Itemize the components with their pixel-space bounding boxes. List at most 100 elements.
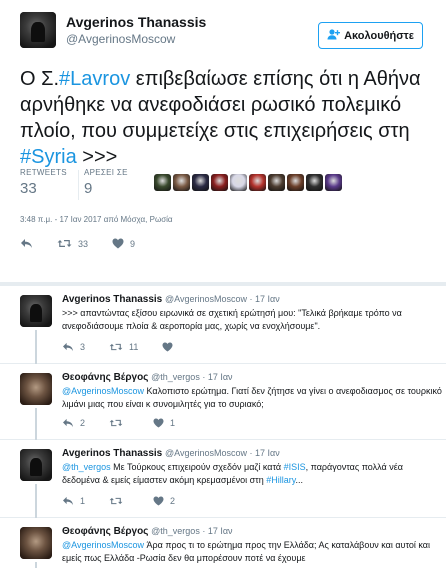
reply-count: 3 <box>80 342 86 352</box>
liker-avatar[interactable] <box>173 174 190 191</box>
heart-icon <box>112 238 124 249</box>
main-tweet: Avgerinos Thanassis @AvgerinosMoscow Ακο… <box>0 0 446 282</box>
liker-avatar[interactable] <box>154 174 171 191</box>
retweet-icon <box>109 418 123 428</box>
heart-icon <box>153 418 164 428</box>
likes-label: ΑΡΕΣΕΙ ΣΕ <box>84 168 128 177</box>
reply-header: Θεοφάνης Βέργος @th_vergos · 17 Ιαν <box>62 372 233 383</box>
hashtag-lavrov[interactable]: #Lavrov <box>59 68 130 90</box>
reply-action[interactable]: 1 <box>62 496 85 506</box>
reply-meta[interactable]: @AvgerinosMoscow · 17 Ιαν <box>165 448 280 458</box>
heart-icon <box>153 496 164 506</box>
reply-actions: 3 11 <box>62 342 203 352</box>
retweet-action[interactable] <box>109 496 129 506</box>
tweet-text-part: Ο Σ. <box>20 68 60 90</box>
reply-text: >>> απαντώντας εξίσου ειρωνικά σε σχετικ… <box>62 308 402 331</box>
mention-link[interactable]: @th_vergos <box>62 462 111 472</box>
likes-count: 9 <box>84 180 93 197</box>
reply-icon <box>62 496 74 506</box>
reply-count: 1 <box>80 496 86 506</box>
like-action[interactable]: 2 <box>153 496 175 506</box>
reply-header: Avgerinos Thanassis @AvgerinosMoscow · 1… <box>62 448 280 459</box>
like-action[interactable] <box>162 342 179 352</box>
likers-avatars <box>154 174 342 191</box>
retweets-label: RETWEETS <box>20 168 67 177</box>
reply-text: @th_vergos Με Τούρκους επιχειρούν σχεδόν… <box>62 461 442 486</box>
retweets-stat[interactable]: RETWEETS 33 <box>20 168 67 197</box>
like-count: 9 <box>130 238 136 249</box>
reply-action[interactable]: 3 <box>62 342 85 352</box>
hashtag-hillary[interactable]: #Hillary <box>266 475 295 485</box>
reply-header: Avgerinos Thanassis @AvgerinosMoscow · 1… <box>62 294 280 305</box>
retweet-action[interactable] <box>109 418 129 428</box>
heart-icon <box>162 342 173 352</box>
liker-avatar[interactable] <box>325 174 342 191</box>
like-count: 2 <box>170 496 176 506</box>
retweet-icon <box>109 496 123 506</box>
liker-avatar[interactable] <box>287 174 304 191</box>
reply-header: Θεοφάνης Βέργος @th_vergos · 17 Ιαν <box>62 526 233 537</box>
author-name[interactable]: Avgerinos Thanassis <box>66 14 206 30</box>
reply-avatar[interactable] <box>20 527 52 559</box>
reply-author-name[interactable]: Θεοφάνης Βέργος <box>62 372 148 383</box>
reply-icon <box>20 238 33 249</box>
retweet-icon <box>109 342 123 352</box>
reply-author-name[interactable]: Avgerinos Thanassis <box>62 448 162 459</box>
tweet-timestamp[interactable]: 3:48 π.μ. - 17 Ιαν 2017 από Μόσχα, Ρωσία <box>20 215 173 224</box>
add-user-icon <box>327 28 341 43</box>
reply-tweet[interactable]: Θεοφάνης Βέργος @th_vergos · 17 Ιαν @Avg… <box>0 364 446 449</box>
tweet-actions: 33 9 <box>20 238 159 249</box>
author-avatar[interactable] <box>20 12 56 48</box>
tweet-stats: RETWEETS 33 ΑΡΕΣΕΙ ΣΕ 9 <box>20 168 430 202</box>
reply-meta[interactable]: @th_vergos · 17 Ιαν <box>151 372 232 382</box>
reply-avatar[interactable] <box>20 449 52 481</box>
thread-line <box>35 562 37 568</box>
reply-author-name[interactable]: Θεοφάνης Βέργος <box>62 526 148 537</box>
reply-tweet[interactable]: Θεοφάνης Βέργος @th_vergos · 17 Ιαν @Avg… <box>0 518 446 568</box>
reply-tweet[interactable]: Avgerinos Thanassis @AvgerinosMoscow · 1… <box>0 440 446 527</box>
reply-action[interactable]: 2 <box>62 418 85 428</box>
reply-meta[interactable]: @AvgerinosMoscow · 17 Ιαν <box>165 294 280 304</box>
retweet-action[interactable]: 33 <box>57 238 88 249</box>
reply-tweet[interactable]: Avgerinos Thanassis @AvgerinosMoscow · 1… <box>0 286 446 373</box>
author-handle[interactable]: @AvgerinosMoscow <box>66 32 175 46</box>
retweet-count: 11 <box>129 342 139 352</box>
likes-stat[interactable]: ΑΡΕΣΕΙ ΣΕ 9 <box>84 168 128 197</box>
reply-avatar[interactable] <box>20 295 52 327</box>
follow-button[interactable]: Ακολουθήστε <box>318 22 423 49</box>
reply-action[interactable] <box>20 238 33 249</box>
retweet-count: 33 <box>78 238 89 249</box>
reply-author-name[interactable]: Avgerinos Thanassis <box>62 294 162 305</box>
follow-label: Ακολουθήστε <box>344 29 414 42</box>
reply-actions: 1 2 <box>62 496 199 506</box>
reply-text-part: ... <box>295 474 304 485</box>
reply-text: @AvgerinosMoscow Καλοπιστο ερώτημα. Γιατ… <box>62 385 442 410</box>
mention-link[interactable]: @AvgerinosMoscow <box>62 540 144 550</box>
liker-avatar[interactable] <box>249 174 266 191</box>
like-count: 1 <box>170 418 176 428</box>
like-action[interactable]: 1 <box>153 418 175 428</box>
retweets-count: 33 <box>20 180 37 197</box>
hashtag-isis[interactable]: #ISIS <box>284 462 306 472</box>
stat-divider <box>78 170 79 200</box>
retweet-action[interactable]: 11 <box>109 342 138 352</box>
reply-icon <box>62 342 74 352</box>
reply-text-part: Με Τούρκους επιχειρούν σχεδόν μαζί κατά <box>110 462 284 472</box>
liker-avatar[interactable] <box>306 174 323 191</box>
reply-icon <box>62 418 74 428</box>
reply-count: 2 <box>80 418 86 428</box>
hashtag-syria[interactable]: #Syria <box>20 146 77 168</box>
retweet-icon <box>57 238 72 249</box>
liker-avatar[interactable] <box>192 174 209 191</box>
tweet-text-part: >>> <box>76 146 118 168</box>
liker-avatar[interactable] <box>211 174 228 191</box>
liker-avatar[interactable] <box>230 174 247 191</box>
liker-avatar[interactable] <box>268 174 285 191</box>
tweet-text: Ο Σ.#Lavrov επιβεβαίωσε επίσης ότι η Αθή… <box>20 66 430 170</box>
reply-actions: 2 1 <box>62 418 199 428</box>
like-action[interactable]: 9 <box>112 238 135 249</box>
mention-link[interactable]: @AvgerinosMoscow <box>62 386 144 396</box>
reply-avatar[interactable] <box>20 373 52 405</box>
reply-text: @AvgerinosMoscow Άρα προς τι το ερώτημα … <box>62 539 442 564</box>
reply-meta[interactable]: @th_vergos · 17 Ιαν <box>151 526 232 536</box>
